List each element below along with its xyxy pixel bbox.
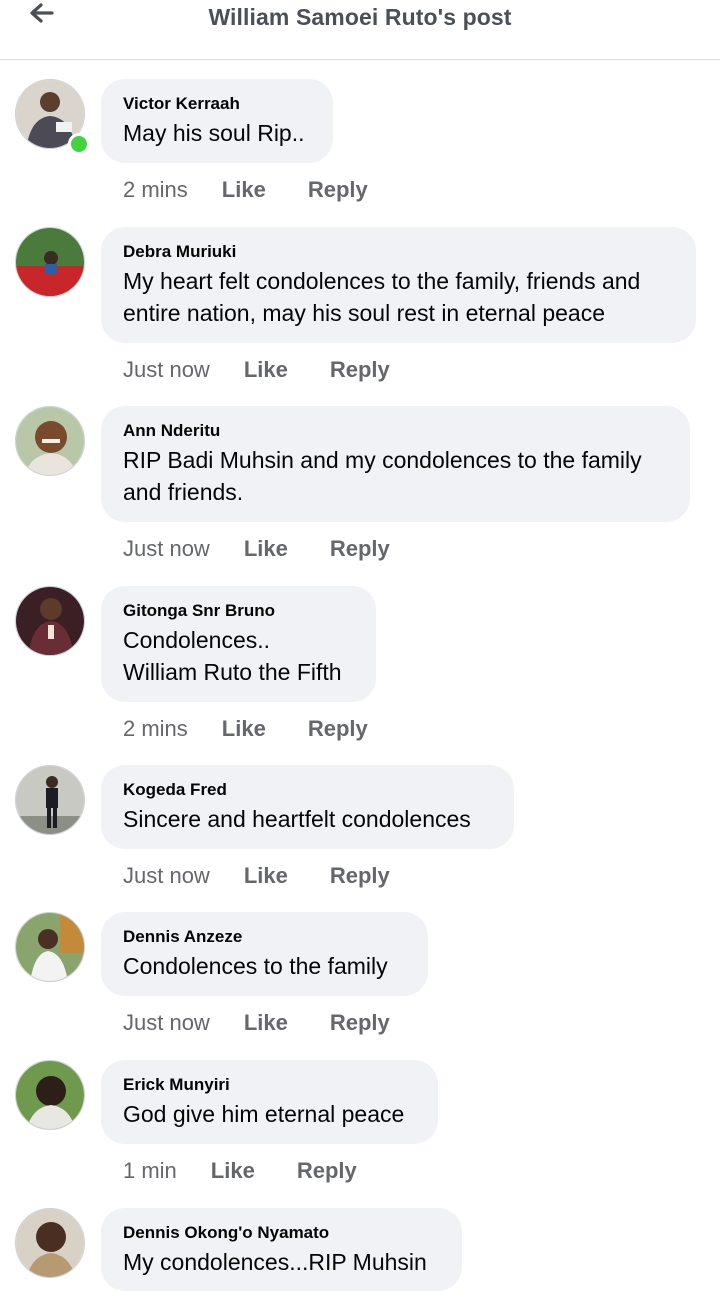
reply-button[interactable]: Reply <box>308 177 368 203</box>
avatar[interactable] <box>15 406 85 476</box>
comment-time[interactable]: 2 mins <box>123 177 188 203</box>
comment-text: God give him eternal peace <box>123 1101 405 1127</box>
comment-bubble: Debra Muriuki My heart felt condolences … <box>101 227 696 343</box>
comment-actions: Just now Like Reply <box>123 355 432 385</box>
online-status-dot <box>68 133 90 155</box>
avatar[interactable] <box>15 1060 85 1130</box>
avatar[interactable] <box>15 1208 85 1278</box>
comment-time[interactable]: Just now <box>123 1010 210 1036</box>
like-button[interactable]: Like <box>244 1010 288 1036</box>
comment-text: Condolences to the family <box>123 953 388 979</box>
like-button[interactable]: Like <box>244 357 288 383</box>
comment-author[interactable]: Dennis Okong'o Nyamato <box>123 1222 440 1244</box>
reply-button[interactable]: Reply <box>330 1010 390 1036</box>
comment-actions: 2 mins Like Reply <box>123 175 410 205</box>
avatar[interactable] <box>15 586 85 656</box>
reply-button[interactable]: Reply <box>297 1158 357 1184</box>
comment-actions: 1 min Like Reply <box>123 1156 399 1186</box>
comment-time[interactable]: Just now <box>123 536 210 562</box>
comment-time[interactable]: Just now <box>123 357 210 383</box>
comment-actions: Just now Like Reply <box>123 1008 432 1038</box>
comment-author[interactable]: Kogeda Fred <box>123 779 492 801</box>
comment-author[interactable]: Victor Kerraah <box>123 93 311 115</box>
comment-text: My heart felt condolences to the family,… <box>123 268 641 326</box>
comment-time[interactable]: 2 mins <box>123 716 188 742</box>
comment-text: RIP Badi Muhsin and my condolences to th… <box>123 447 642 505</box>
avatar[interactable] <box>15 912 85 982</box>
avatar[interactable] <box>15 227 85 297</box>
comment-text: My condolences...RIP Muhsin <box>123 1249 427 1275</box>
comment-bubble: Kogeda Fred Sincere and heartfelt condol… <box>101 765 514 849</box>
reply-button[interactable]: Reply <box>330 536 390 562</box>
like-button[interactable]: Like <box>244 863 288 889</box>
comment-actions: Just now Like Reply <box>123 534 432 564</box>
comment-actions: 2 mins Like Reply <box>123 714 410 744</box>
like-button[interactable]: Like <box>211 1158 255 1184</box>
avatar[interactable] <box>15 765 85 835</box>
like-button[interactable]: Like <box>244 536 288 562</box>
comment-time[interactable]: Just now <box>123 863 210 889</box>
comment-bubble: Dennis Anzeze Condolences to the family <box>101 912 428 996</box>
comment-bubble: Erick Munyiri God give him eternal peace <box>101 1060 438 1144</box>
like-button[interactable]: Like <box>222 716 266 742</box>
comment-bubble: Victor Kerraah May his soul Rip.. <box>101 79 333 163</box>
reply-button[interactable]: Reply <box>330 863 390 889</box>
comment-author[interactable]: Ann Nderitu <box>123 420 668 442</box>
post-header: William Samoei Ruto's post <box>0 0 720 60</box>
comment-bubble: Gitonga Snr Bruno Condolences.. William … <box>101 586 376 702</box>
comment-author[interactable]: Erick Munyiri <box>123 1074 416 1096</box>
comment-bubble: Dennis Okong'o Nyamato My condolences...… <box>101 1208 462 1291</box>
comment-author[interactable]: Debra Muriuki <box>123 241 674 263</box>
comment-time[interactable]: 1 min <box>123 1158 177 1184</box>
reply-button[interactable]: Reply <box>308 716 368 742</box>
comment-text: May his soul Rip.. <box>123 120 305 146</box>
comment-actions: Just now Like Reply <box>123 861 432 891</box>
comment-text: Sincere and heartfelt condolences <box>123 806 471 832</box>
comment-bubble: Ann Nderitu RIP Badi Muhsin and my condo… <box>101 406 690 522</box>
page-title: William Samoei Ruto's post <box>208 4 512 30</box>
comment-author[interactable]: Dennis Anzeze <box>123 926 406 948</box>
reply-button[interactable]: Reply <box>330 357 390 383</box>
comment-author[interactable]: Gitonga Snr Bruno <box>123 600 354 622</box>
like-button[interactable]: Like <box>222 177 266 203</box>
comment-text: Condolences.. William Ruto the Fifth <box>123 627 342 685</box>
